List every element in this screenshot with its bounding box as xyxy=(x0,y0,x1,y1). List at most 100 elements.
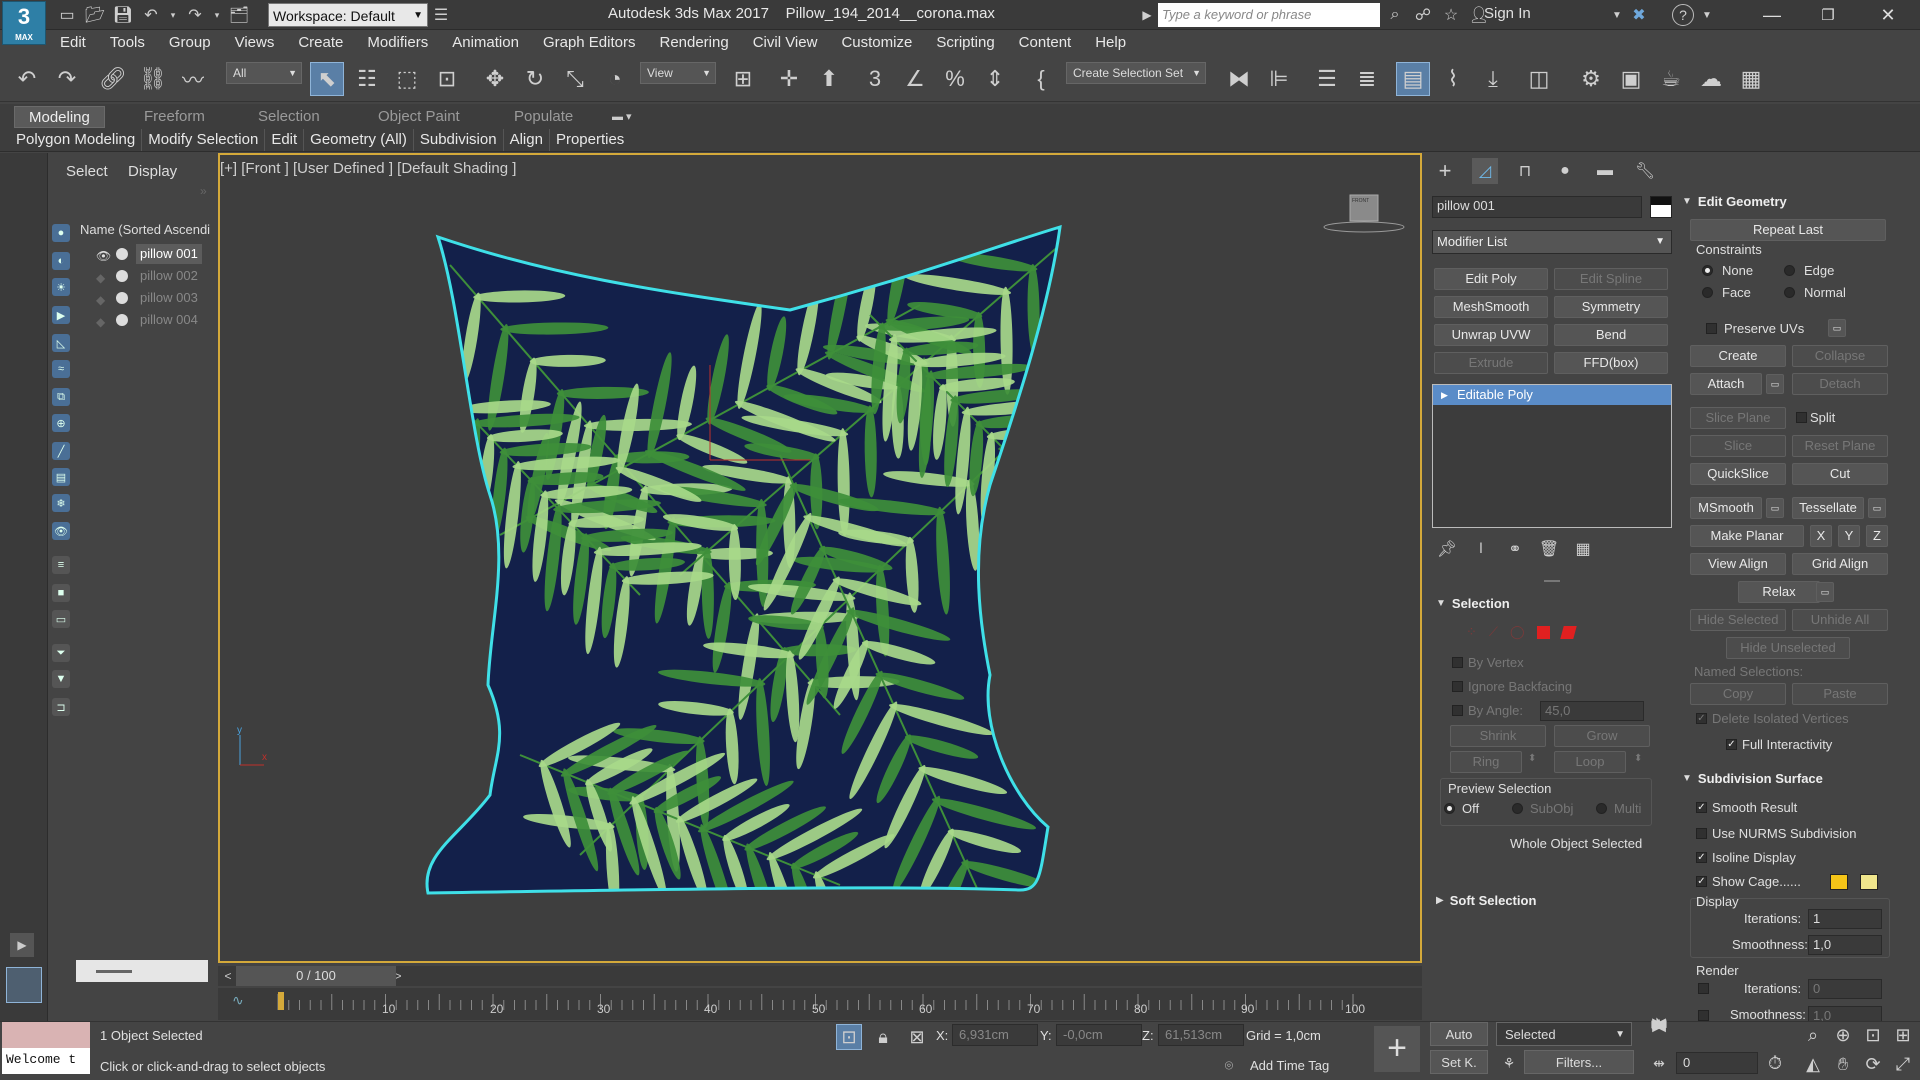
key-mode-toggle-icon[interactable]: ⇹ xyxy=(1646,1050,1672,1076)
panel-subdivision[interactable]: Subdivision xyxy=(414,128,504,151)
preview-multi-radio[interactable] xyxy=(1596,803,1607,814)
time-configuration-icon[interactable]: ⏱ xyxy=(1762,1050,1788,1076)
msmooth-button[interactable]: MSmooth xyxy=(1690,497,1762,519)
select-manipulate-icon[interactable]: ✛ xyxy=(772,62,806,96)
relax-settings-icon[interactable]: ▭ xyxy=(1816,582,1834,602)
eye-icon[interactable]: ◆ xyxy=(96,268,105,288)
select-and-rotate-icon[interactable]: ↻ xyxy=(518,62,552,96)
rendered-frame-window-icon[interactable]: ▣ xyxy=(1614,62,1648,96)
hierarchy-panel-icon[interactable]: ⊓ xyxy=(1512,158,1538,184)
ring-spinner-icon[interactable]: ⬍ xyxy=(1528,753,1536,764)
y-coord-field[interactable]: -0,0cm xyxy=(1056,1024,1142,1046)
pin-stack-icon[interactable]: 📌︎ xyxy=(1436,538,1458,560)
curve-editor-mini-icon[interactable]: ∿ xyxy=(232,992,244,1009)
align-icon[interactable]: ⊫ xyxy=(1262,62,1296,96)
filter-selected-icon[interactable]: ▼ xyxy=(52,670,70,688)
filter-helpers-icon[interactable]: ◺ xyxy=(52,334,70,352)
sign-in-link[interactable]: Sign In xyxy=(1484,5,1531,22)
tab-freeform[interactable]: Freeform xyxy=(130,106,219,128)
filter-frozen-icon[interactable]: ❄ xyxy=(52,494,70,512)
render-setup-icon[interactable]: ⚙ xyxy=(1574,62,1608,96)
angle-snap-icon[interactable]: ∠ xyxy=(898,62,932,96)
constraint-face-radio[interactable] xyxy=(1702,287,1713,298)
object-name-field[interactable]: pillow 001 xyxy=(1432,196,1642,218)
minimize-icon[interactable]: — xyxy=(1744,0,1800,30)
menu-rendering[interactable]: Rendering xyxy=(659,30,728,56)
find-icon[interactable]: ⊐ xyxy=(52,698,70,716)
undo-dropdown-icon[interactable]: ▾ xyxy=(168,4,178,26)
tab-modeling[interactable]: Modeling xyxy=(14,106,105,128)
ribbon-options-icon[interactable]: ▬ ▾ xyxy=(612,110,632,123)
redo-icon[interactable]: ↷ xyxy=(50,62,84,96)
subdivision-rollout-header[interactable]: ▼ Subdivision Surface xyxy=(1682,767,1910,789)
cut-button[interactable]: Cut xyxy=(1792,463,1888,485)
viewport-front[interactable] xyxy=(218,153,1422,963)
filter-cameras-icon[interactable]: ▶ xyxy=(52,306,70,324)
preview-off-radio[interactable] xyxy=(1444,803,1455,814)
reset-plane-button[interactable]: Reset Plane xyxy=(1792,435,1888,457)
tab-populate[interactable]: Populate xyxy=(500,106,587,128)
maximize-icon[interactable]: ❐ xyxy=(1800,0,1856,30)
favorites-star-icon[interactable]: ☆ xyxy=(1440,4,1462,26)
delete-isolated-checkbox[interactable]: ✓ xyxy=(1696,713,1707,724)
z-coord-field[interactable]: 61,513cm xyxy=(1158,1024,1244,1046)
constraint-none-radio[interactable] xyxy=(1702,265,1713,276)
remove-modifier-icon[interactable]: 🗑︎ xyxy=(1538,538,1560,560)
smooth-result-checkbox[interactable]: ✓ xyxy=(1696,802,1707,813)
customize-quick-access-icon[interactable]: ☰ xyxy=(430,4,452,26)
redo-icon[interactable]: ↷ xyxy=(184,4,206,26)
menu-civil-view[interactable]: Civil View xyxy=(753,30,818,56)
menu-modifiers[interactable]: Modifiers xyxy=(367,30,428,56)
create-button[interactable]: Create xyxy=(1690,345,1786,367)
orbit-icon[interactable]: ⟳ xyxy=(1860,1051,1886,1077)
filter-shapes-icon[interactable]: ◐ xyxy=(52,252,70,270)
shrink-button[interactable]: Shrink xyxy=(1450,725,1546,747)
edge-mode-icon[interactable]: ⟋ xyxy=(1489,624,1498,640)
open-file-icon[interactable]: 📂︎ xyxy=(84,4,106,26)
make-unique-icon[interactable]: ⚭ xyxy=(1504,538,1526,560)
search-input[interactable]: Type a keyword or phrase xyxy=(1158,3,1380,27)
repeat-last-button[interactable]: Repeat Last xyxy=(1690,219,1886,241)
select-object-icon[interactable]: ⬉ xyxy=(310,62,344,96)
preserve-uvs-checkbox[interactable] xyxy=(1706,323,1717,334)
panel-divider-grip[interactable] xyxy=(1544,580,1560,582)
cage-color-swatch-1[interactable] xyxy=(1830,874,1848,890)
binoculars-icon[interactable]: ⌕ xyxy=(1384,4,1406,26)
display-panel-icon[interactable]: ▬ xyxy=(1592,158,1618,184)
set-key-plus-icon[interactable]: + xyxy=(1374,1026,1420,1072)
menu-views[interactable]: Views xyxy=(235,30,275,56)
keyboard-shortcut-override-icon[interactable]: ⬆ xyxy=(812,62,846,96)
set-key-button[interactable]: Set K. xyxy=(1430,1050,1488,1074)
window-crossing-icon[interactable]: ⊡ xyxy=(430,62,464,96)
filter-xrefs-icon[interactable]: ⊕ xyxy=(52,414,70,432)
schematic-view-icon[interactable]: ⤓ xyxy=(1476,62,1510,96)
pan-view-icon[interactable]: ✋︎ xyxy=(1830,1051,1856,1077)
modifier-stack[interactable]: ▶ Editable Poly xyxy=(1432,384,1672,528)
menu-help[interactable]: Help xyxy=(1095,30,1126,56)
explorer-expand-icon[interactable]: » xyxy=(200,184,207,198)
add-time-tag-button[interactable]: Add Time Tag xyxy=(1250,1058,1329,1073)
filter-containers-icon[interactable]: ▤ xyxy=(52,468,70,486)
slice-button[interactable]: Slice xyxy=(1690,435,1786,457)
panel-polygon-modeling[interactable]: Polygon Modeling xyxy=(10,128,143,151)
paste-button[interactable]: Paste xyxy=(1792,683,1888,705)
msmooth-settings-icon[interactable]: ▭ xyxy=(1766,498,1784,518)
spinner-snap-icon[interactable]: ⇕ xyxy=(978,62,1012,96)
ffd-box-button[interactable]: FFD(box) xyxy=(1554,352,1668,374)
render-smoothness-spinner[interactable]: 1,0 xyxy=(1808,1006,1882,1021)
loop-button[interactable]: Loop xyxy=(1554,751,1626,773)
selection-lock-icon[interactable]: 🔒︎ xyxy=(870,1024,896,1050)
project-folder-icon[interactable]: 🗂︎ xyxy=(228,4,250,26)
edit-named-selection-icon[interactable]: { xyxy=(1024,62,1058,96)
pivot-point-icon[interactable]: ⊞ xyxy=(726,62,760,96)
by-angle-checkbox[interactable] xyxy=(1452,705,1463,716)
cage-color-swatch-2[interactable] xyxy=(1860,874,1878,890)
make-planar-z-button[interactable]: Z xyxy=(1866,525,1888,547)
selection-filter-dropdown[interactable]: All ▼ xyxy=(226,62,302,84)
element-mode-icon[interactable] xyxy=(1559,625,1577,639)
stack-item-editable-poly[interactable]: ▶ Editable Poly xyxy=(1433,385,1671,405)
display-none-icon[interactable]: ▭ xyxy=(52,610,70,628)
bind-to-space-warp-icon[interactable]: 〰 xyxy=(176,62,210,96)
symmetry-button[interactable]: Symmetry xyxy=(1554,296,1668,318)
tessellate-settings-icon[interactable]: ▭ xyxy=(1868,498,1886,518)
